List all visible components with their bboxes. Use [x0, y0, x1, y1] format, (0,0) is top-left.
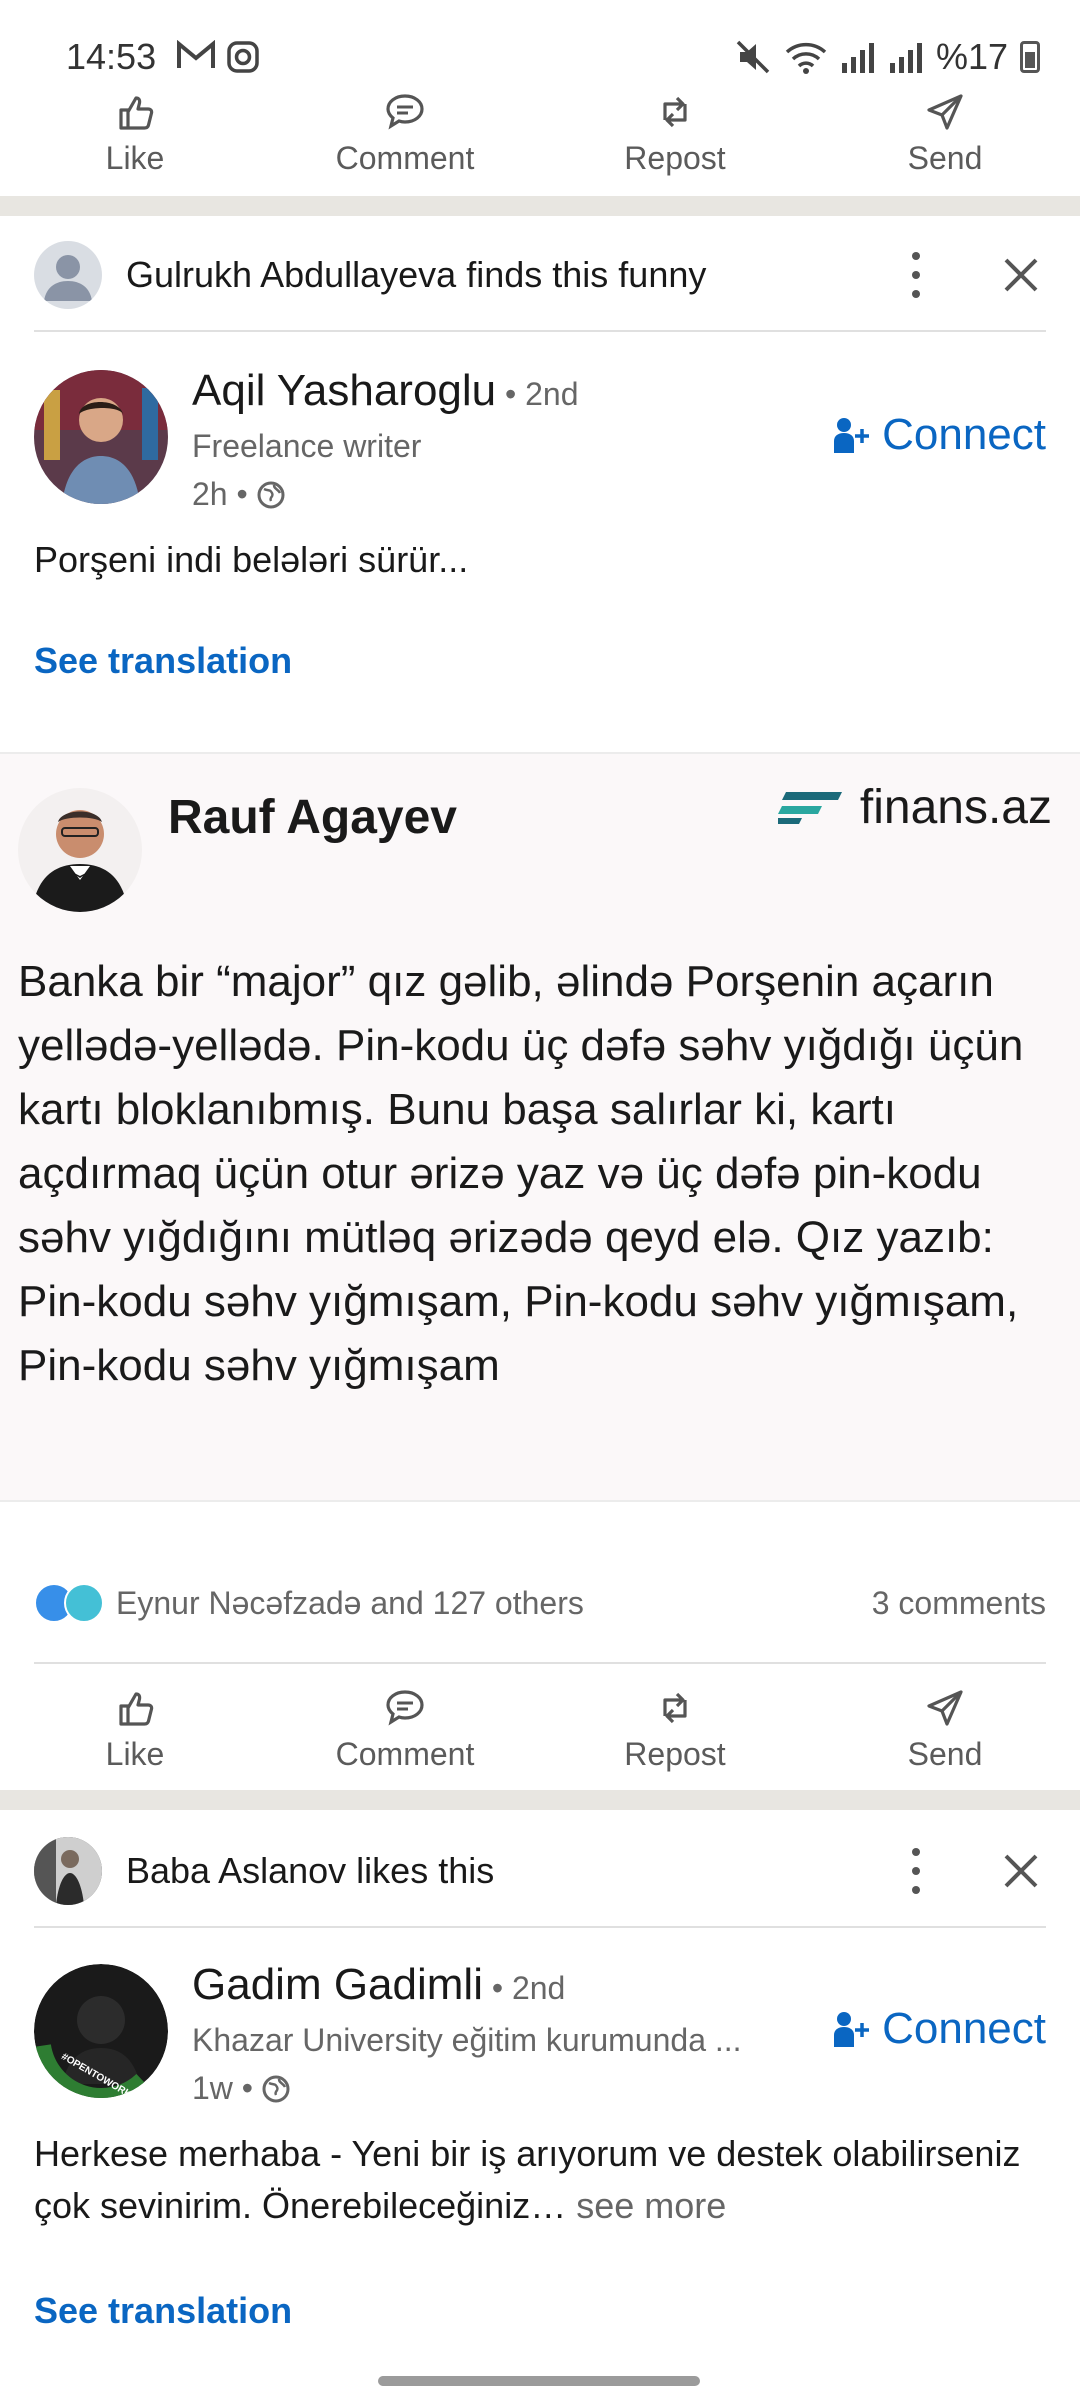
send-icon [927, 1689, 963, 1726]
social-actor-name[interactable]: Baba Aslanov [126, 1850, 346, 1891]
connection-degree: • 2nd [482, 1970, 566, 2006]
avatar[interactable] [34, 1837, 102, 1905]
repost-button[interactable]: Repost [540, 1674, 810, 1784]
see-translation-link[interactable]: See translation [34, 2290, 292, 2332]
image-text: Banka bir “major” qız gəlib, əlində Porş… [18, 957, 1024, 1390]
connect-button[interactable]: Connect [832, 410, 1046, 460]
battery-icon [1020, 41, 1040, 73]
post-text: Porşeni indi belələri sürür... [34, 539, 469, 580]
like-label: Like [105, 139, 165, 176]
feed-separator [0, 196, 1080, 216]
social-actor-name[interactable]: Gulrukh Abdullayeva [126, 254, 456, 295]
feed-separator [0, 1790, 1080, 1810]
home-indicator[interactable] [378, 2376, 700, 2386]
post-author: Aqil Yasharoglu • 2nd Freelance writer 2… [34, 366, 1046, 520]
send-icon [927, 93, 963, 130]
status-time: 14:53 [66, 36, 157, 77]
instagram-icon [227, 41, 259, 73]
connect-label: Connect [882, 410, 1046, 459]
action-bar-previous: Like Comment Repost Send [0, 78, 1080, 188]
connect-button[interactable]: Connect [832, 2004, 1046, 2054]
send-label: Send [907, 1735, 983, 1772]
image-author-name: Rauf Agayev [168, 791, 457, 844]
brand-name: finans.az [859, 781, 1052, 834]
repost-icon [663, 1692, 687, 1723]
post-text-body: Herkese merhaba - Yeni bir iş arıyorum v… [34, 2133, 1021, 2226]
divider [34, 1662, 1046, 1664]
social-activity-header: Baba Aslanov likes this [34, 1826, 1046, 1916]
author-name[interactable]: Gadim Gadimli [192, 1960, 483, 2009]
comment-icon [386, 1689, 424, 1725]
close-icon[interactable] [996, 1846, 1046, 1896]
person-photo-icon [18, 788, 142, 912]
close-icon[interactable] [996, 250, 1046, 300]
action-bar-post1: Like Comment Repost Send [0, 1674, 1080, 1784]
post-text: Herkese merhaba - Yeni bir iş arıyorum v… [34, 2128, 1046, 2232]
see-translation-link[interactable]: See translation [34, 640, 292, 682]
social-activity-header: Gulrukh Abdullayeva finds this funny [34, 230, 1046, 320]
add-person-icon [834, 418, 870, 453]
signal-icon-2 [889, 43, 922, 73]
social-counts: Eynur Nəcəfzadə and 127 others 3 comment… [34, 1578, 1046, 1628]
comment-icon [386, 93, 424, 129]
more-options-button[interactable] [896, 1848, 936, 1894]
post-time: 2h • [192, 476, 248, 512]
send-button[interactable]: Send [810, 1674, 1080, 1784]
author-headline: Freelance writer [192, 428, 422, 464]
repost-icon [663, 96, 687, 127]
globe-icon [257, 481, 285, 508]
like-button[interactable]: Like [0, 1674, 270, 1784]
send-button[interactable]: Send [810, 78, 1080, 188]
repost-button[interactable]: Repost [540, 78, 810, 188]
funny-reaction-icon [64, 1583, 104, 1623]
person-placeholder-icon [44, 255, 92, 301]
thumbs-up-icon [119, 95, 154, 130]
avatar[interactable] [34, 241, 102, 309]
person-photo-icon [34, 1837, 102, 1905]
social-action-text: likes this [346, 1850, 495, 1891]
see-more-link[interactable]: see more [566, 2185, 726, 2226]
post-time: 1w • [192, 2070, 253, 2106]
like-label: Like [105, 1735, 165, 1772]
image-author-photo [18, 788, 142, 912]
social-action-text: finds this funny [456, 254, 707, 295]
author-avatar[interactable]: #OPENTOWORK [34, 1964, 168, 2098]
wifi-icon [785, 42, 827, 74]
author-avatar[interactable] [34, 370, 168, 504]
gmail-icon [177, 40, 215, 68]
author-name[interactable]: Aqil Yasharoglu [192, 366, 496, 415]
open-to-work-avatar: #OPENTOWORK [34, 1964, 168, 2098]
comment-button[interactable]: Comment [270, 1674, 540, 1784]
thumbs-up-icon [119, 1691, 154, 1726]
divider [34, 330, 1046, 332]
comment-button[interactable]: Comment [270, 78, 540, 188]
add-person-icon [834, 2012, 870, 2047]
post-image[interactable]: Rauf Agayev finans.az Banka bir “major” … [0, 752, 1080, 1502]
reactions-count[interactable]: Eynur Nəcəfzadə and 127 others [116, 1585, 584, 1622]
divider [34, 1926, 1046, 1928]
like-button[interactable]: Like [0, 78, 270, 188]
brand-logo: finans.az [777, 780, 1052, 835]
status-bar: 14:53 %17 [0, 0, 1080, 88]
battery-percent: %17 [935, 36, 1008, 77]
author-headline: Khazar University eğitim kurumunda ... [192, 2022, 742, 2058]
comment-label: Comment [335, 139, 475, 176]
author-photo-icon [34, 370, 168, 504]
repost-label: Repost [624, 139, 726, 176]
post-author: #OPENTOWORK Gadim Gadimli • 2nd Khazar U… [34, 1960, 1046, 2114]
mute-icon [736, 40, 770, 74]
finans-logo-icon [777, 791, 842, 824]
comment-label: Comment [335, 1735, 475, 1772]
repost-label: Repost [624, 1735, 726, 1772]
signal-icon [841, 43, 874, 73]
comments-count[interactable]: 3 comments [872, 1578, 1046, 1628]
connect-label: Connect [882, 2004, 1046, 2053]
send-label: Send [907, 139, 983, 176]
connection-degree: • 2nd [496, 376, 579, 412]
globe-icon [262, 2075, 290, 2102]
more-options-button[interactable] [896, 252, 936, 298]
